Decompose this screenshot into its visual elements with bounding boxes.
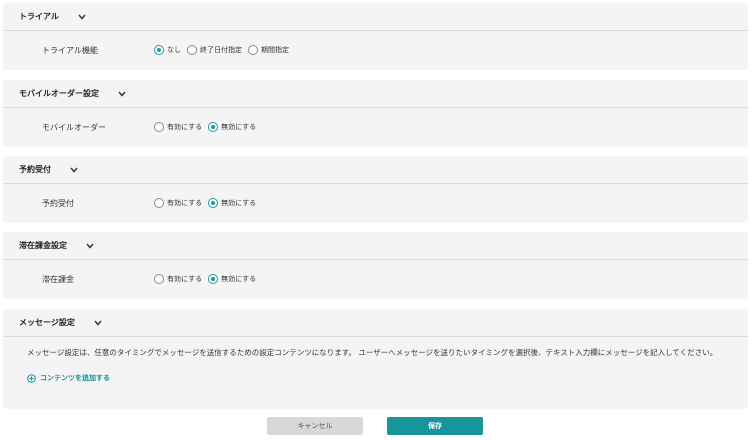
radio-period[interactable]: 期間指定 <box>248 45 289 55</box>
reservation-section-header[interactable]: 予約受付 <box>3 156 748 184</box>
radio-group: 有効にする 無効にする <box>154 198 262 208</box>
stay-billing-row: 滞在課金 有効にする 無効にする <box>3 260 748 298</box>
message-description: メッセージ設定は、任意のタイミングでメッセージを送信するための設定コンテンツにな… <box>27 348 718 357</box>
radio-disable[interactable]: 無効にする <box>208 122 256 132</box>
section-title: 滞在課金設定 <box>19 241 67 250</box>
mobile-order-row: モバイルオーダー 有効にする 無効にする <box>3 108 748 146</box>
chevron-down-icon[interactable] <box>117 89 127 99</box>
radio-group: 有効にする 無効にする <box>154 274 262 284</box>
message-body: メッセージ設定は、任意のタイミングでメッセージを送信するための設定コンテンツにな… <box>3 337 748 385</box>
add-content-label: コンテンツを追加する <box>40 374 110 382</box>
radio-circle[interactable] <box>208 198 219 208</box>
radio-circle[interactable] <box>154 45 164 55</box>
section-title: 予約受付 <box>19 165 51 174</box>
plus-circle-icon <box>27 373 36 383</box>
radio-circle[interactable] <box>154 274 164 284</box>
section-title: トライアル <box>19 12 59 21</box>
radio-disable[interactable]: 無効にする <box>208 198 256 208</box>
trial-row: トライアル機能 なし 終了日付指定 期間指定 <box>3 31 748 69</box>
message-section: メッセージ設定 メッセージ設定は、任意のタイミングでメッセージを送信するための設… <box>3 309 748 409</box>
mobile-order-section-header[interactable]: モバイルオーダー設定 <box>3 80 748 108</box>
reservation-row: 予約受付 有効にする 無効にする <box>3 184 748 222</box>
chevron-down-icon[interactable] <box>77 12 87 22</box>
radio-circle[interactable] <box>187 45 197 55</box>
trial-section-header[interactable]: トライアル <box>3 3 748 31</box>
section-title: メッセージ設定 <box>19 318 75 327</box>
trial-section: トライアル トライアル機能 なし 終了日付指定 期間指定 <box>3 3 748 70</box>
radio-enable[interactable]: 有効にする <box>154 198 202 208</box>
cancel-button[interactable]: キャンセル <box>267 417 363 435</box>
add-content-button[interactable]: コンテンツを追加する <box>27 373 110 383</box>
radio-end-date[interactable]: 終了日付指定 <box>187 45 242 55</box>
mobile-order-section: モバイルオーダー設定 モバイルオーダー 有効にする 無効にする <box>3 80 748 147</box>
radio-circle[interactable] <box>208 122 219 132</box>
radio-circle[interactable] <box>154 198 164 208</box>
radio-enable[interactable]: 有効にする <box>154 274 202 284</box>
radio-group: 有効にする 無効にする <box>154 122 262 132</box>
stay-billing-section-header[interactable]: 滞在課金設定 <box>3 232 748 260</box>
radio-circle[interactable] <box>154 122 164 132</box>
message-section-header[interactable]: メッセージ設定 <box>3 309 748 337</box>
radio-disable[interactable]: 無効にする <box>208 274 256 284</box>
field-label: 予約受付 <box>42 198 74 208</box>
field-label: モバイルオーダー <box>42 122 106 132</box>
field-label: トライアル機能 <box>42 45 98 55</box>
chevron-down-icon[interactable] <box>85 241 95 251</box>
radio-none[interactable]: なし <box>154 45 181 55</box>
radio-circle[interactable] <box>208 274 219 284</box>
radio-group: なし 終了日付指定 期間指定 <box>154 45 295 55</box>
section-title: モバイルオーダー設定 <box>19 89 99 98</box>
save-button[interactable]: 保存 <box>387 417 483 435</box>
chevron-down-icon[interactable] <box>93 318 103 328</box>
chevron-down-icon[interactable] <box>69 165 79 175</box>
stay-billing-section: 滞在課金設定 滞在課金 有効にする 無効にする <box>3 232 748 299</box>
radio-circle[interactable] <box>248 45 258 55</box>
radio-enable[interactable]: 有効にする <box>154 122 202 132</box>
reservation-section: 予約受付 予約受付 有効にする 無効にする <box>3 156 748 223</box>
field-label: 滞在課金 <box>42 274 74 284</box>
